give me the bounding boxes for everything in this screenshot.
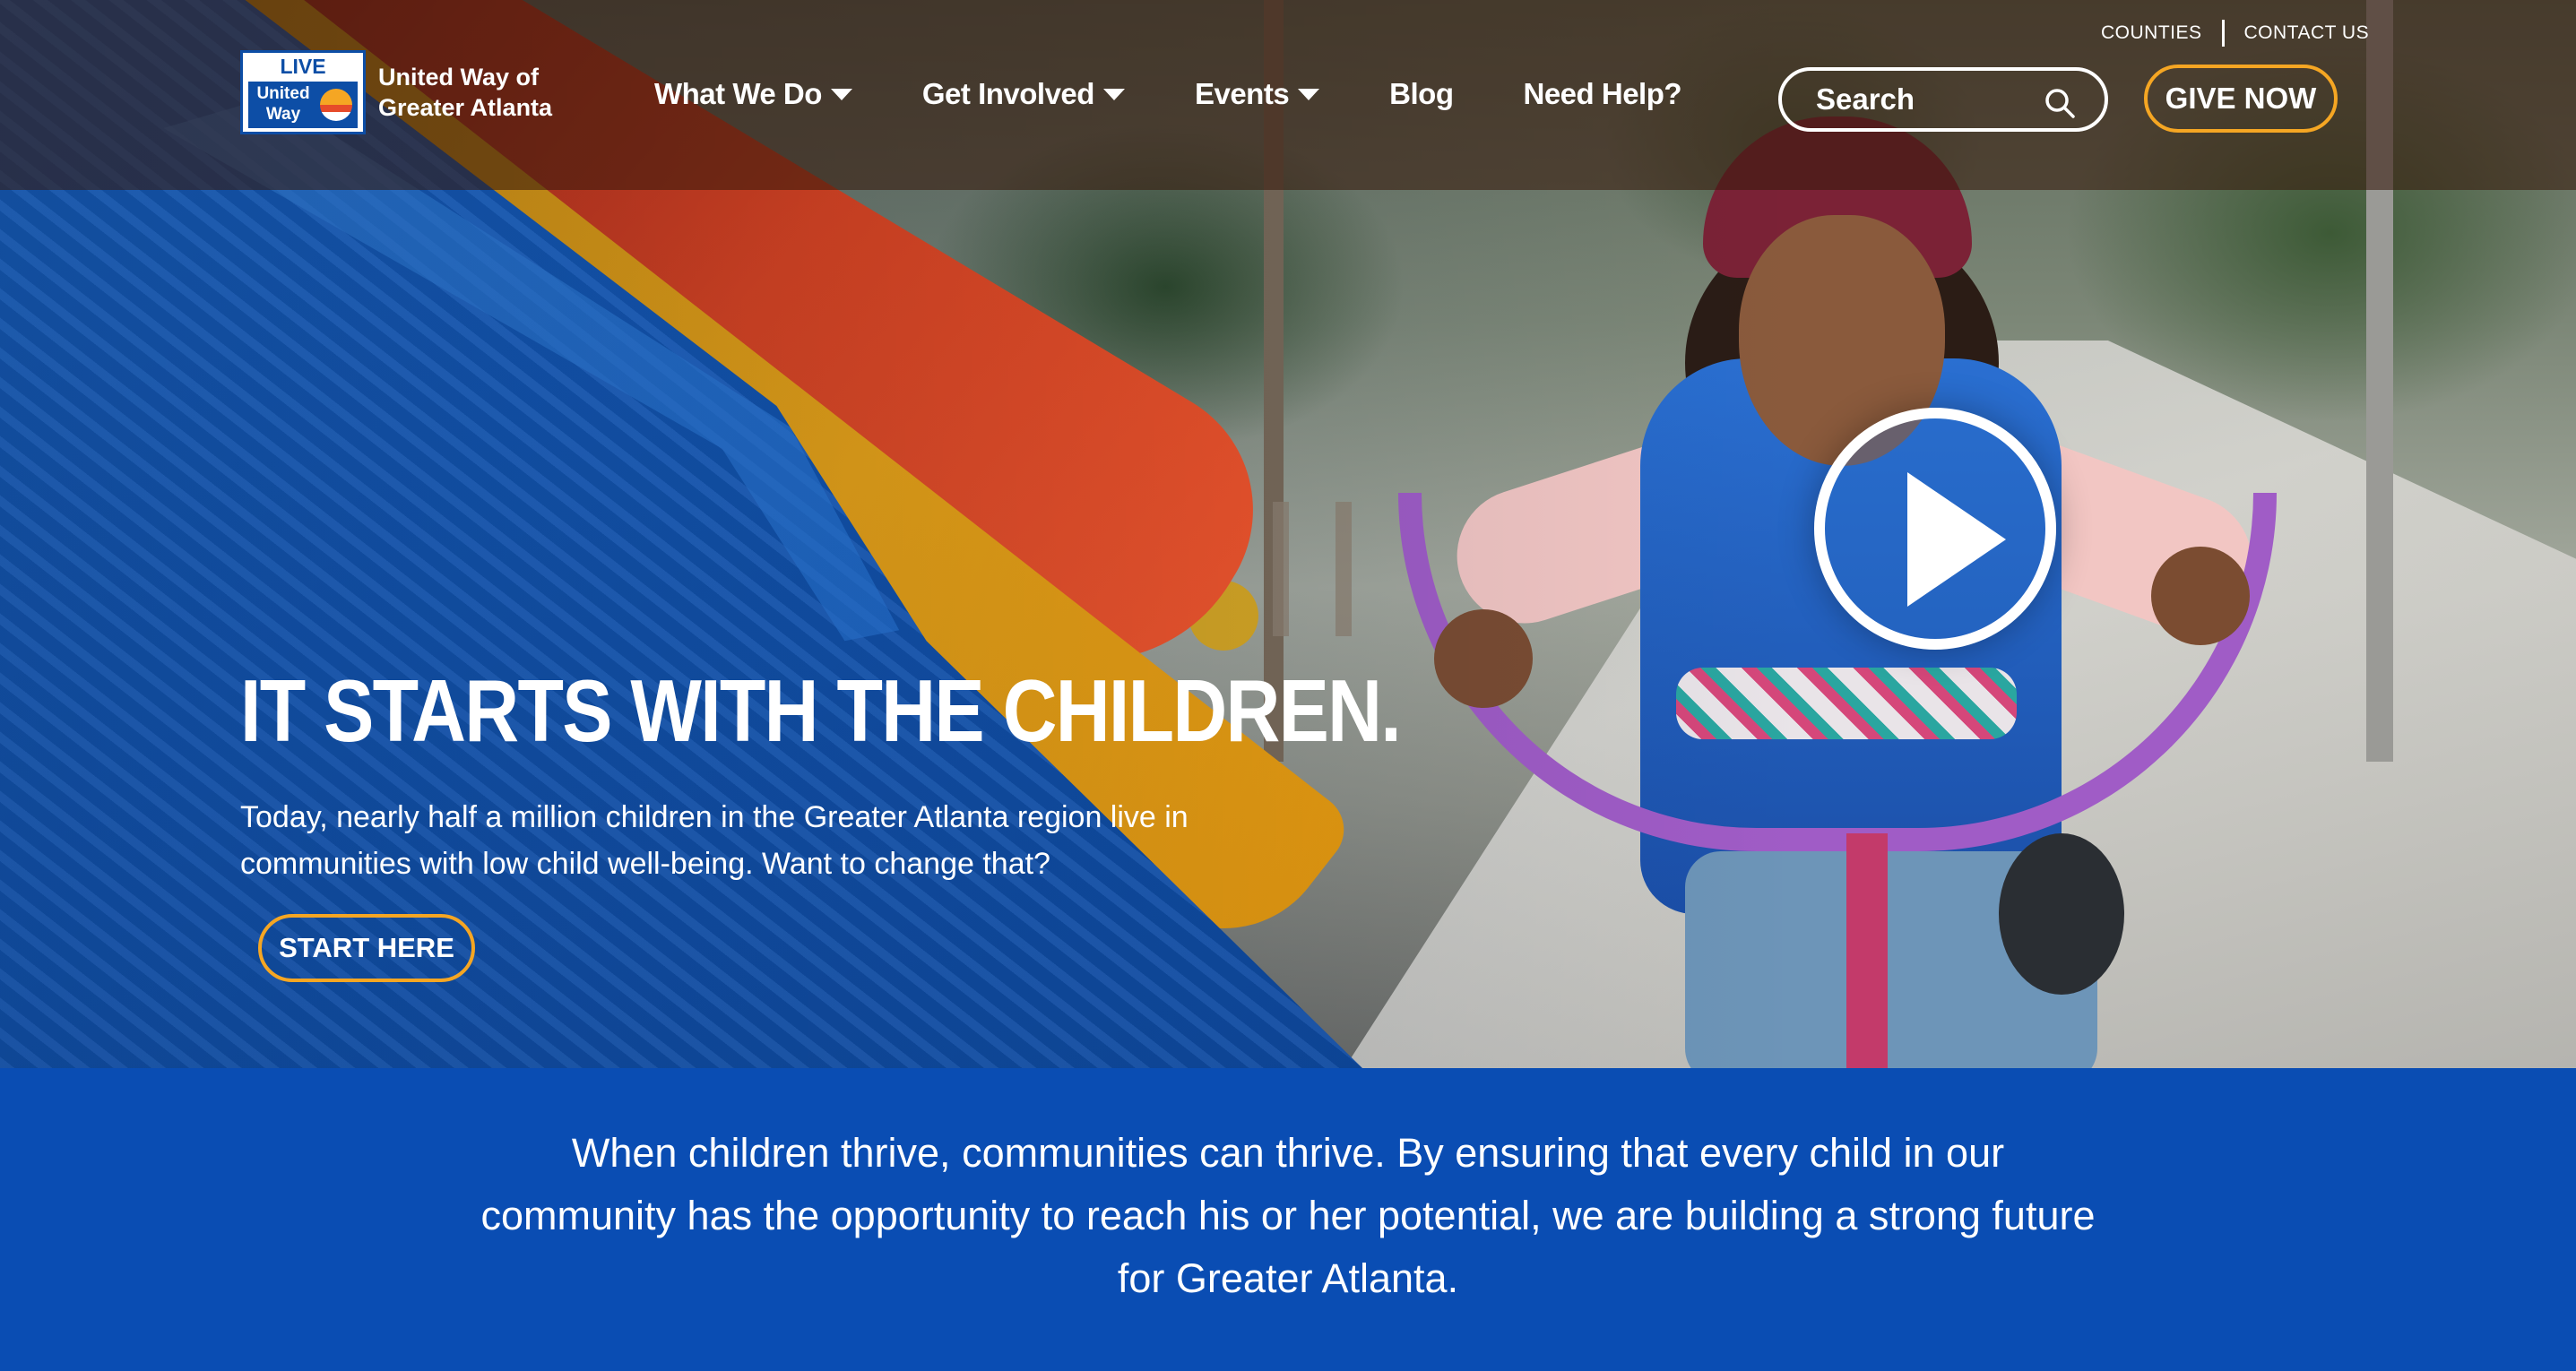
video-play-button[interactable] <box>1814 408 2056 650</box>
nav-item-label: Get Involved <box>921 77 1095 110</box>
nav-item-get-involved[interactable]: Get Involved <box>922 77 1125 111</box>
logo[interactable]: LIVE UNITED United Way United Way of Gre… <box>240 50 575 134</box>
caret-down-icon <box>1298 88 1320 100</box>
logo-united-way-text: United Way <box>256 84 310 124</box>
nav-item-label: What We Do <box>654 77 822 110</box>
page: IT STARTS WITH THE CHILDREN. Today, near… <box>0 0 2576 1371</box>
search-box <box>1778 67 2108 132</box>
counties-link[interactable]: COUNTIES <box>2101 22 2202 44</box>
mission-statement: When children thrive, communities can th… <box>480 1130 2096 1301</box>
nav-item-what-we-do[interactable]: What We Do <box>654 77 852 111</box>
mission-band: When children thrive, communities can th… <box>0 1068 2576 1371</box>
search-icon[interactable] <box>2044 87 2076 119</box>
hero-headline: IT STARTS WITH THE CHILDREN. <box>240 661 1402 760</box>
utility-divider <box>2221 20 2225 47</box>
nav-item-label: Blog <box>1389 77 1454 110</box>
nav-item-need-help[interactable]: Need Help? <box>1524 77 1682 111</box>
hero-subtext: Today, nearly half a million children in… <box>240 800 1189 881</box>
logo-sun-icon <box>320 89 352 121</box>
nav-item-label: Events <box>1194 77 1290 110</box>
start-here-button[interactable]: START HERE <box>258 914 475 982</box>
caret-down-icon <box>830 88 852 100</box>
nav-item-blog[interactable]: Blog <box>1389 77 1454 111</box>
logo-badge: United Way <box>248 82 358 128</box>
play-icon <box>1907 472 2006 607</box>
nav-item-label: Need Help? <box>1523 77 1682 110</box>
site-header: LIVE UNITED United Way United Way of Gre… <box>0 0 2576 190</box>
logo-mark: LIVE UNITED United Way <box>240 50 366 134</box>
nav-item-events[interactable]: Events <box>1194 77 1320 111</box>
give-now-button[interactable]: GIVE NOW <box>2144 65 2338 133</box>
utility-links: COUNTIES CONTACT US <box>2101 20 2369 47</box>
contact-us-link[interactable]: CONTACT US <box>2244 22 2370 44</box>
logo-org-name: United Way of Greater Atlanta <box>378 64 553 121</box>
search-input[interactable] <box>1816 82 2022 116</box>
caret-down-icon <box>1102 88 1125 100</box>
main-nav: What We Do Get Involved Events Blog Need… <box>654 77 1751 111</box>
logo-live-united-text: LIVE UNITED <box>264 55 341 105</box>
